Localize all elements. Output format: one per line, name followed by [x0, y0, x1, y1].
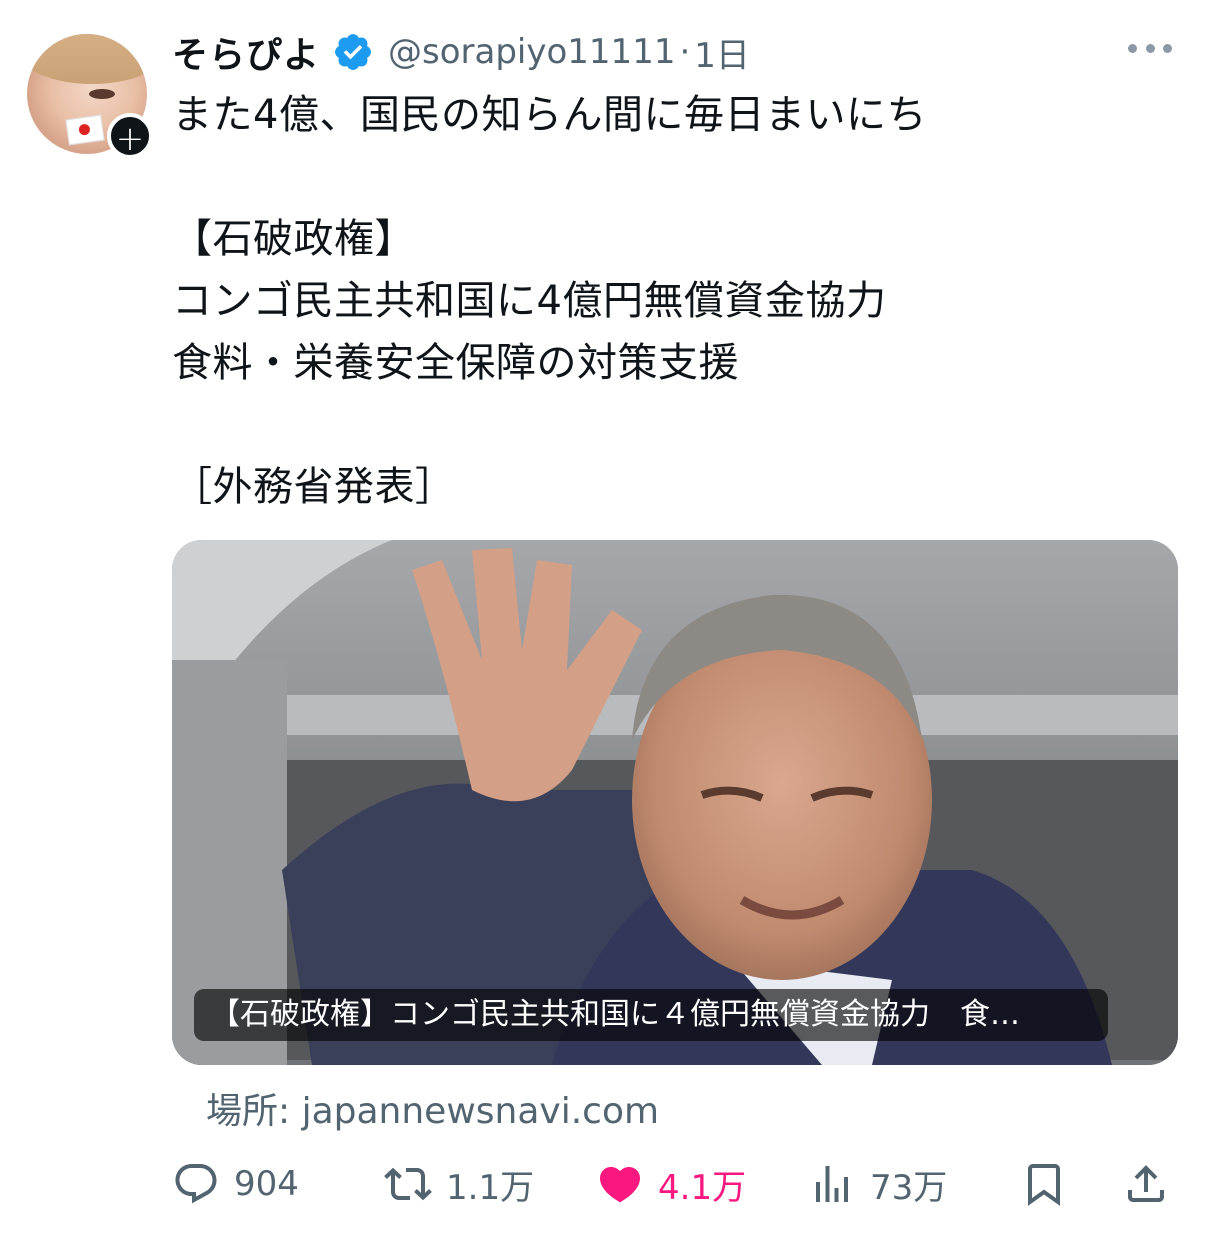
separator-dot: ·: [679, 32, 691, 72]
follow-plus-button[interactable]: +: [107, 113, 153, 159]
avatar-eye: [89, 89, 115, 99]
tweet-text: また4億、国民の知らん間に毎日まいにち 【石破政権】 コンゴ民主共和国に4億円無…: [172, 92, 927, 510]
link-card[interactable]: 【石破政権】コンゴ民主共和国に４億円無償資金協力 食…: [172, 540, 1178, 1065]
like-icon: [599, 1167, 641, 1203]
views-icon: [816, 1166, 848, 1202]
views-button[interactable]: 73万: [808, 1152, 947, 1216]
retweet-button[interactable]: 1.1万: [384, 1152, 534, 1216]
action-bar: 904 1.1万 4.1万 73万: [172, 1152, 1172, 1216]
reply-count: 904: [234, 1164, 299, 1204]
card-caption: 【石破政権】コンゴ民主共和国に４億円無償資金協力 食…: [194, 989, 1108, 1041]
retweet-icon: [384, 1167, 432, 1201]
verified-badge-icon: [335, 34, 371, 70]
card-image: [172, 540, 1178, 1065]
card-source[interactable]: 場所: japannewsnavi.com: [206, 1082, 659, 1134]
japan-flag-icon: [65, 114, 105, 146]
bookmark-button[interactable]: [1020, 1152, 1068, 1216]
timestamp[interactable]: 1日: [694, 28, 750, 77]
share-icon: [1128, 1165, 1164, 1202]
reply-button[interactable]: 904: [172, 1152, 299, 1216]
views-count: 73万: [870, 1167, 948, 1208]
like-count: 4.1万: [658, 1167, 747, 1208]
more-icon[interactable]: [1128, 38, 1172, 58]
like-button[interactable]: 4.1万: [596, 1152, 746, 1216]
retweet-count: 1.1万: [446, 1167, 535, 1208]
tweet-header: そらぴよ @sorapiyo11111 · 1日: [172, 26, 750, 78]
avatar-hair: [27, 34, 147, 84]
display-name[interactable]: そらぴよ: [172, 26, 320, 78]
bookmark-icon: [1028, 1164, 1060, 1206]
handle[interactable]: @sorapiyo11111: [388, 32, 675, 72]
share-button[interactable]: [1122, 1152, 1170, 1216]
reply-icon: [175, 1164, 217, 1204]
